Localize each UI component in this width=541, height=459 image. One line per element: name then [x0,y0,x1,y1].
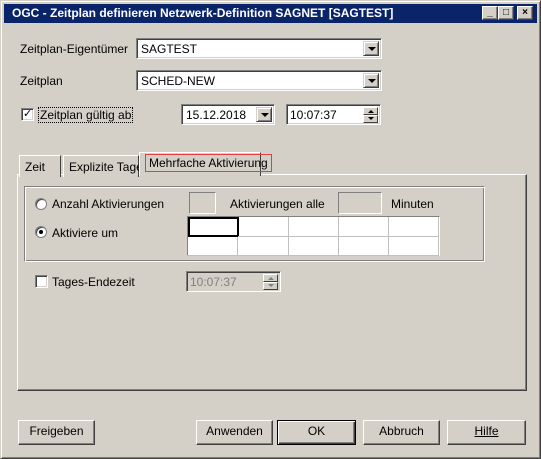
radio-selected-dot [39,230,43,234]
ok-button-label: OK [307,424,326,438]
owner-combobox[interactable]: SAGTEST [136,38,382,59]
minutes-input[interactable] [338,192,382,214]
valid-from-label[interactable]: Zeitplan gültig ab [38,107,134,123]
help-button[interactable]: Hilfe [447,420,526,445]
valid-from-time-value: 10:07:37 [290,108,337,122]
owner-dropdown-button[interactable] [363,41,379,56]
minimize-icon: _ [487,7,493,18]
grid-cell[interactable] [289,237,339,256]
activate-at-radio[interactable] [35,226,47,238]
count-label: Anzahl Aktivierungen [52,197,165,211]
close-button[interactable]: × [517,6,533,20]
valid-from-date-picker[interactable]: 15.12.2018 [181,104,275,125]
time-spin-up[interactable] [363,107,378,115]
count-input[interactable] [189,192,216,214]
chevron-down-icon [368,47,376,51]
schedule-combobox[interactable]: SCHED-NEW [136,70,382,91]
help-button-label: Hilfe [474,424,499,438]
every-label: Aktivierungen alle [230,197,325,211]
title-bar[interactable]: OGC - Zeitplan definieren Netzwerk-Defin… [4,4,537,23]
grid-cell[interactable] [188,237,238,256]
valid-from-time-field[interactable]: 10:07:37 [286,104,381,125]
tab-mehrfache-aktivierung[interactable]: Mehrfache Aktivierung [139,152,272,176]
schedule-label: Zeitplan [20,74,63,88]
activate-at-label: Aktiviere um [52,226,119,240]
grid-cell[interactable] [188,217,239,237]
count-radio[interactable] [35,198,47,210]
grid-cell[interactable] [238,217,289,237]
end-time-spin-down[interactable] [263,282,278,290]
time-spin-down[interactable] [363,115,378,123]
cancel-button-label: Abbruch [379,424,424,438]
grid-cell[interactable] [389,237,439,256]
minimize-button[interactable]: _ [482,6,498,20]
valid-from-date-value: 15.12.2018 [186,108,247,122]
tab-explizite-tage-label: Explizite Tage [69,160,143,174]
arrow-up-icon [368,110,374,113]
maximize-icon: □ [502,7,510,18]
chevron-down-icon [368,79,376,83]
release-button-label: Freigeben [29,424,84,438]
end-time-spin-up[interactable] [263,274,278,282]
tab-zeit[interactable]: Zeit [19,155,61,177]
tab-mehrfache-aktivierung-label: Mehrfache Aktivierung [145,154,272,172]
arrow-down-icon [368,117,374,120]
grid-cell[interactable] [238,237,289,256]
dialog-window: OGC - Zeitplan definieren Netzwerk-Defin… [0,0,541,459]
grid-cell[interactable] [389,217,439,237]
cancel-button[interactable]: Abbruch [363,420,440,445]
ok-button[interactable]: OK [277,420,356,445]
grid-cell[interactable] [289,217,339,237]
arrow-down-icon [268,284,274,287]
owner-value: SAGTEST [141,42,198,56]
close-icon: × [522,7,528,18]
date-dropdown-button[interactable] [256,107,272,122]
arrow-up-icon [268,277,274,280]
apply-button-label: Anwenden [206,424,263,438]
owner-label: Zeitplan-Eigentümer [20,42,129,56]
apply-button[interactable]: Anwenden [196,420,273,445]
end-time-value: 10:07:37 [190,275,237,289]
schedule-dropdown-button[interactable] [363,73,379,88]
valid-from-checkbox[interactable]: ✓ [21,108,34,121]
activation-times-grid[interactable] [187,216,440,256]
end-time-label: Tages-Endezeit [52,275,135,289]
grid-cell[interactable] [339,237,389,256]
end-time-checkbox[interactable] [35,275,48,288]
tab-zeit-label: Zeit [25,160,46,174]
grid-cell[interactable] [339,217,389,237]
release-button[interactable]: Freigeben [18,420,95,445]
checkmark-icon: ✓ [23,108,33,120]
end-time-field[interactable]: 10:07:37 [186,271,281,292]
minutes-label: Minuten [391,197,434,211]
tab-explizite-tage[interactable]: Explizite Tage [63,155,143,177]
schedule-value: SCHED-NEW [141,74,215,88]
window-title: OGC - Zeitplan definieren Netzwerk-Defin… [12,6,394,20]
maximize-button[interactable]: □ [498,6,514,20]
chevron-down-icon [261,113,269,117]
